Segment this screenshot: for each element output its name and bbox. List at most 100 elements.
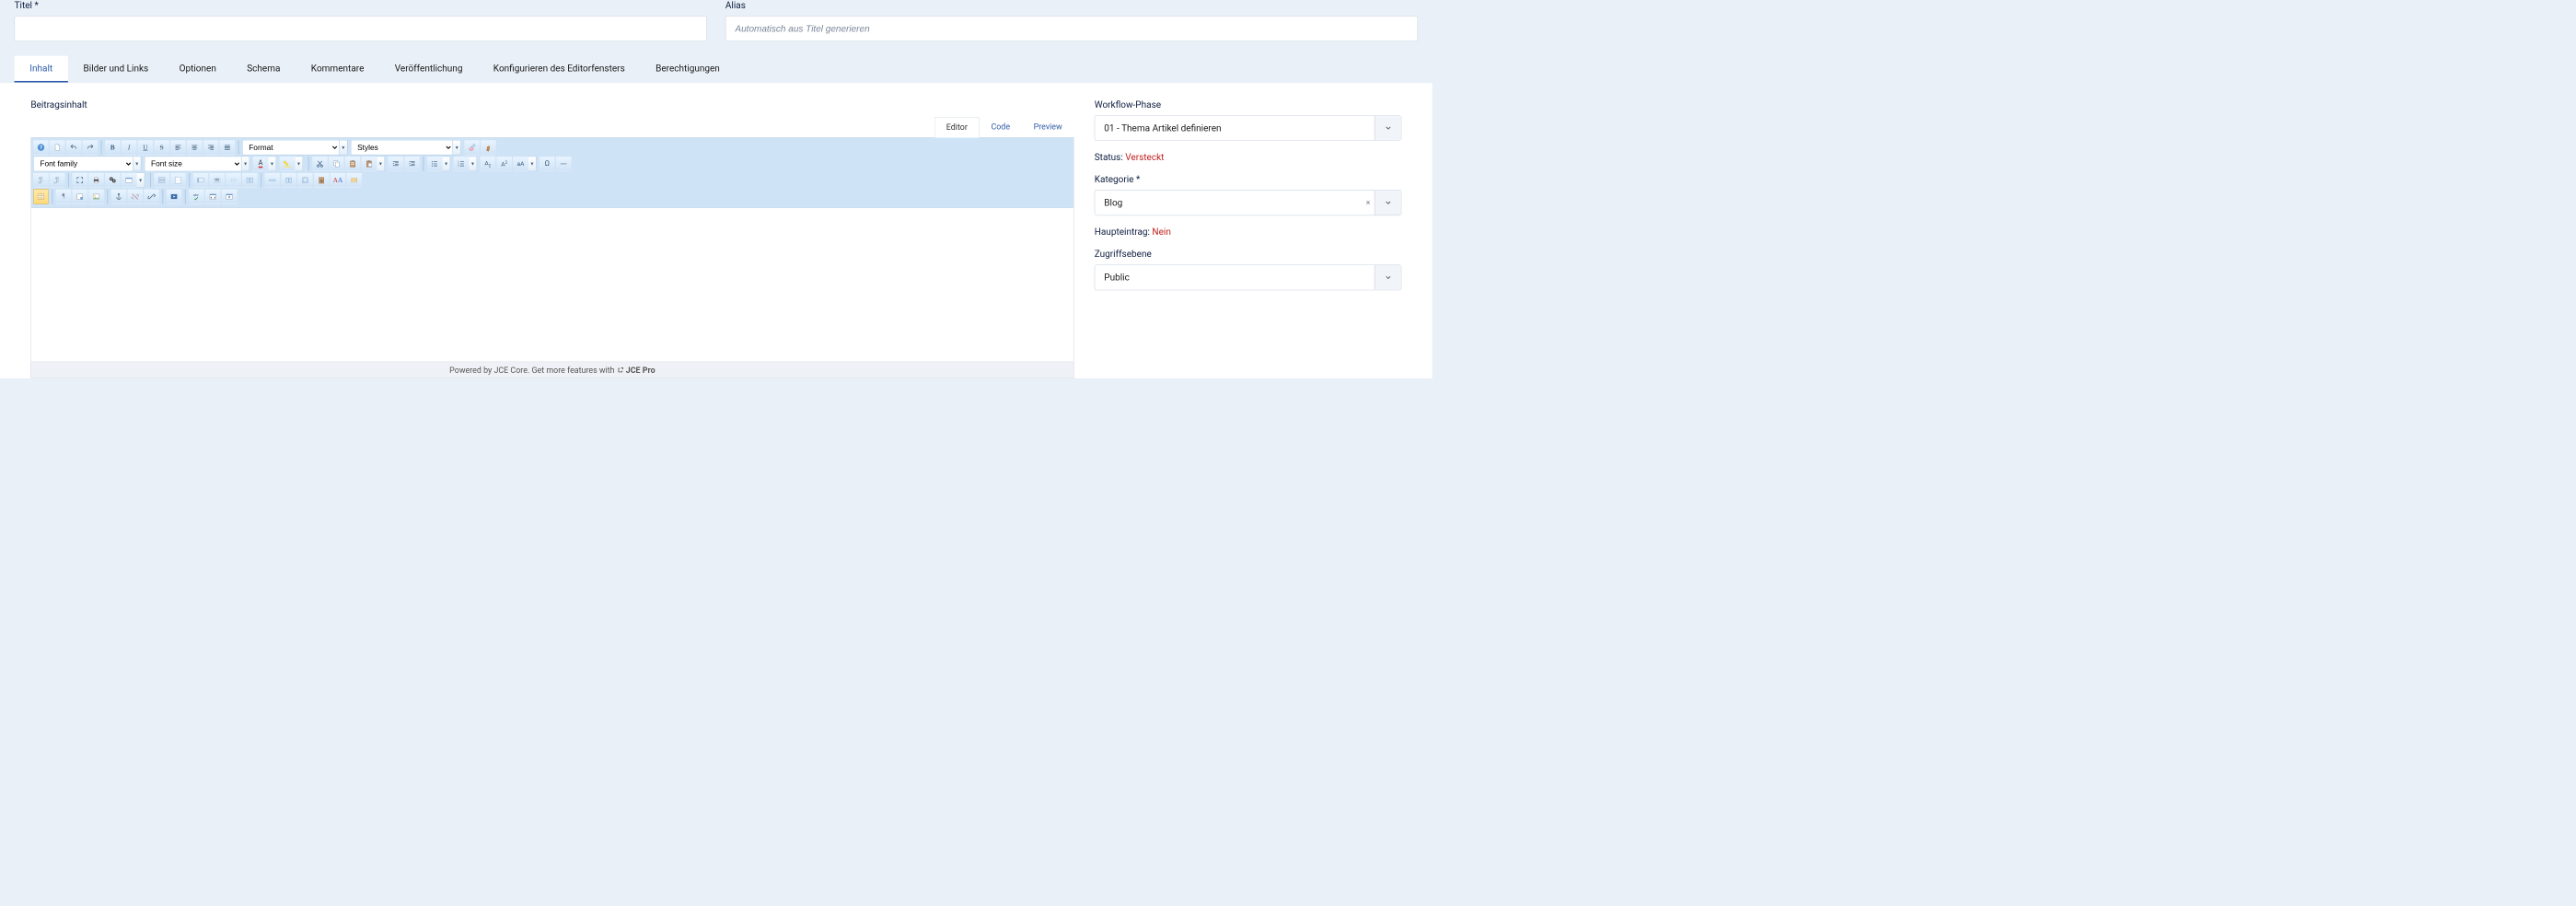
editor-view-editor[interactable]: Editor xyxy=(934,117,980,138)
paste-special-icon[interactable] xyxy=(362,157,377,172)
clear-category-icon[interactable]: × xyxy=(1366,198,1371,208)
format-select[interactable]: Format xyxy=(242,140,340,156)
workflow-select[interactable]: 01 - Thema Artikel definieren xyxy=(1095,115,1402,141)
cleanup-icon[interactable] xyxy=(481,140,496,156)
strikethrough-icon[interactable]: S xyxy=(154,140,169,156)
font-family-select[interactable]: Font family xyxy=(33,157,133,172)
help-icon[interactable]: ? xyxy=(33,140,49,156)
case-change-icon[interactable]: aA xyxy=(513,157,528,172)
undo-icon[interactable] xyxy=(66,140,82,156)
tab-optionen[interactable]: Optionen xyxy=(164,56,232,83)
align-center-icon[interactable] xyxy=(187,140,203,156)
anchor-icon[interactable] xyxy=(111,189,127,204)
text-color2-icon[interactable]: AA xyxy=(331,172,346,188)
hr-icon[interactable] xyxy=(556,157,572,172)
show-invisibles-icon[interactable]: ¶ xyxy=(56,189,72,204)
insert-image-icon[interactable] xyxy=(88,189,104,204)
link-icon[interactable] xyxy=(144,189,159,204)
clear-formatting-icon[interactable] xyxy=(464,140,480,156)
bold-icon[interactable]: B xyxy=(105,140,121,156)
unordered-list[interactable]: ▼ xyxy=(427,157,453,172)
align-justify-icon[interactable] xyxy=(220,140,236,156)
paste-special[interactable]: ▼ xyxy=(362,157,388,172)
tab-berechtigungen[interactable]: Berechtigungen xyxy=(640,56,735,83)
editor-view-preview[interactable]: Preview xyxy=(1022,116,1074,137)
ordered-list-icon[interactable]: 123 xyxy=(454,157,470,172)
forecolor-icon[interactable]: A xyxy=(253,157,269,172)
tab-schema[interactable]: Schema xyxy=(232,56,296,83)
fullscreen-icon[interactable] xyxy=(72,172,87,188)
subscript-icon[interactable]: A2 xyxy=(481,157,496,172)
style-css-icon[interactable] xyxy=(72,189,87,204)
tab-bilder-links[interactable]: Bilder und Links xyxy=(68,56,164,83)
editor-content-area[interactable] xyxy=(31,208,1073,362)
rtl-icon[interactable] xyxy=(50,172,65,188)
blockquote-icon[interactable] xyxy=(193,172,209,188)
indent-decrease-icon[interactable] xyxy=(388,157,403,172)
styles-caret-icon[interactable]: ▼ xyxy=(453,140,461,156)
readmore-icon[interactable] xyxy=(154,172,169,188)
jce-pro-link[interactable]: JCE Pro xyxy=(626,365,656,375)
preview-icon[interactable] xyxy=(122,172,137,188)
font-size-caret-icon[interactable]: ▼ xyxy=(241,157,249,172)
ltr-icon[interactable] xyxy=(33,172,49,188)
ul-caret-icon[interactable]: ▼ xyxy=(442,157,450,172)
charmap-icon[interactable]: Ω xyxy=(540,157,555,172)
redo-icon[interactable] xyxy=(83,140,99,156)
columns-icon[interactable] xyxy=(242,172,258,188)
indent-increase-icon[interactable] xyxy=(404,157,420,172)
case-caret-icon[interactable]: ▼ xyxy=(528,157,537,172)
preview-caret-icon[interactable]: ▼ xyxy=(136,172,145,188)
forecolor-caret-icon[interactable]: ▼ xyxy=(268,157,276,172)
spellcheck-icon[interactable]: abc xyxy=(189,189,204,204)
new-document-icon[interactable] xyxy=(50,140,65,156)
cut-icon[interactable] xyxy=(312,157,328,172)
category-select[interactable]: Blog × xyxy=(1095,190,1402,215)
clipboard-upload-icon[interactable] xyxy=(314,172,330,188)
align-left-icon[interactable] xyxy=(170,140,186,156)
italic-icon[interactable]: I xyxy=(122,140,137,156)
tab-veroeffentlichung[interactable]: Veröffentlichung xyxy=(379,56,478,83)
title-input[interactable] xyxy=(15,16,707,41)
table-icon[interactable] xyxy=(33,189,49,204)
backcolor-picker[interactable]: ▼ xyxy=(280,157,306,172)
featured-label: Haupteintrag: xyxy=(1095,226,1150,238)
case-change[interactable]: aA ▼ xyxy=(513,157,539,172)
unlink-icon[interactable] xyxy=(127,189,143,204)
tab-inhalt[interactable]: Inhalt xyxy=(15,56,68,83)
paste-special-caret-icon[interactable]: ▼ xyxy=(377,157,385,172)
font-family-caret-icon[interactable]: ▼ xyxy=(133,157,142,172)
underline-icon[interactable]: U xyxy=(138,140,154,156)
access-select[interactable]: Public xyxy=(1095,264,1402,290)
nonbreaking-icon[interactable] xyxy=(264,172,280,188)
pagebreak-icon[interactable] xyxy=(170,172,186,188)
copy-icon[interactable] xyxy=(329,157,344,172)
source-code-icon[interactable] xyxy=(205,189,221,204)
ordered-list[interactable]: 123 ▼ xyxy=(454,157,480,172)
tab-konfig-editor[interactable]: Konfigurieren des Editorfensters xyxy=(478,56,640,83)
backcolor-caret-icon[interactable]: ▼ xyxy=(295,157,303,172)
backcolor-icon[interactable] xyxy=(280,157,296,172)
unordered-list-icon[interactable] xyxy=(427,157,443,172)
ol-caret-icon[interactable]: ▼ xyxy=(469,157,477,172)
align-right-icon[interactable] xyxy=(203,140,219,156)
superscript-icon[interactable]: A2 xyxy=(496,157,512,172)
styles-select[interactable]: Styles xyxy=(351,140,453,156)
tab-kommentare[interactable]: Kommentare xyxy=(296,56,379,83)
font-size-select[interactable]: Font size xyxy=(145,157,242,172)
template-box-icon[interactable] xyxy=(346,172,362,188)
editor-view-code[interactable]: Code xyxy=(980,116,1022,137)
preview-button[interactable]: ▼ xyxy=(122,172,147,188)
media-icon[interactable] xyxy=(167,189,182,204)
div-container-icon[interactable] xyxy=(209,172,225,188)
iframe-icon[interactable] xyxy=(222,189,238,204)
span-icon[interactable] xyxy=(226,172,241,188)
alias-input[interactable] xyxy=(725,16,1418,41)
visualchars-icon[interactable] xyxy=(281,172,296,188)
format-caret-icon[interactable]: ▼ xyxy=(340,140,348,156)
forecolor-picker[interactable]: A ▼ xyxy=(253,157,279,172)
paste-icon[interactable] xyxy=(345,157,361,172)
search-replace-icon[interactable] xyxy=(105,172,121,188)
print-icon[interactable] xyxy=(88,172,104,188)
visualblocks-icon[interactable] xyxy=(297,172,313,188)
